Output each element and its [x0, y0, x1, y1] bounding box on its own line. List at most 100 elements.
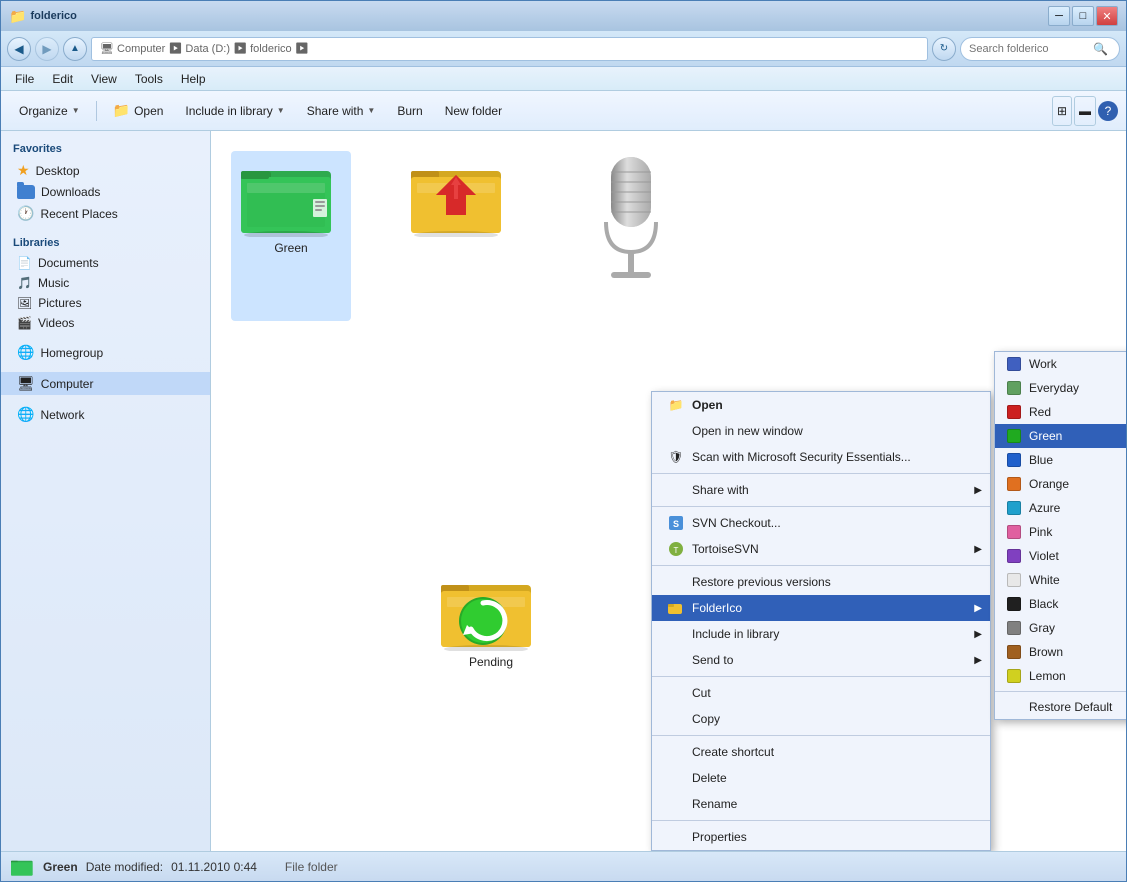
folder-green-label: Green [274, 241, 307, 255]
menu-help[interactable]: Help [173, 70, 214, 88]
color-item-green[interactable]: Green [995, 424, 1126, 448]
new-folder-button[interactable]: New folder [435, 96, 512, 126]
ctx-properties[interactable]: Properties [652, 824, 990, 850]
color-item-gray[interactable]: Gray [995, 616, 1126, 640]
color-submenu: Work ▶ Everyday ▶ Red Green [994, 351, 1126, 720]
ctx-svn-checkout[interactable]: S SVN Checkout... [652, 510, 990, 536]
search-input[interactable] [969, 43, 1089, 55]
ctx-sep-1 [652, 473, 990, 474]
open-icon: 📁 [668, 397, 684, 413]
folder-item-upload[interactable]: Upload [401, 151, 521, 321]
color-black-label: Black [1029, 597, 1058, 611]
ctx-copy[interactable]: Copy [652, 706, 990, 732]
white-color-dot [1007, 573, 1021, 587]
ctx-restore-versions[interactable]: Restore previous versions [652, 569, 990, 595]
titlebar-controls: ─ □ ✕ [1048, 6, 1118, 26]
ctx-rename[interactable]: Rename [652, 791, 990, 817]
sidebar-homegroup-section: 🌐 Homegroup [1, 341, 210, 364]
menu-edit[interactable]: Edit [44, 70, 81, 88]
color-item-brown[interactable]: Brown [995, 640, 1126, 664]
ctx-open-new-window[interactable]: Open in new window [652, 418, 990, 444]
ctx-send-to[interactable]: Send to ▶ [652, 647, 990, 673]
color-item-orange[interactable]: Orange [995, 472, 1126, 496]
sidebar-item-music[interactable]: 🎵 Music [1, 273, 210, 293]
address-path[interactable]: 🖥 Computer ▶ Data (D:) ▶ folderico ▶ [91, 37, 928, 61]
sidebar-favorites-title: Favorites [1, 139, 210, 159]
organize-button[interactable]: Organize ▼ [9, 96, 90, 126]
ctx-open[interactable]: 📁 Open [652, 392, 990, 418]
open-button[interactable]: 📁 Open [103, 96, 174, 126]
ctx-svn-checkout-label: SVN Checkout... [692, 516, 781, 530]
color-item-everyday[interactable]: Everyday ▶ [995, 376, 1126, 400]
view-toggle-button[interactable]: ⊞ [1052, 96, 1072, 126]
ctx-open-new-window-label: Open in new window [692, 424, 803, 438]
ctx-create-shortcut[interactable]: Create shortcut [652, 739, 990, 765]
color-violet-label: Violet [1029, 549, 1059, 563]
color-item-restore-default[interactable]: Restore Default [995, 695, 1126, 719]
include-library-button[interactable]: Include in library ▼ [175, 96, 294, 126]
ctx-share-with-label: Share with [692, 483, 749, 497]
ctx-sep-6 [652, 820, 990, 821]
forward-button[interactable]: ▶ [35, 37, 59, 61]
burn-button[interactable]: Burn [387, 96, 432, 126]
menu-file[interactable]: File [7, 70, 42, 88]
sidebar-item-recent[interactable]: 🕐 Recent Places [1, 202, 210, 225]
restore-versions-icon [668, 574, 684, 590]
ctx-cut-label: Cut [692, 686, 711, 700]
up-button[interactable]: ▲ [63, 37, 87, 61]
sidebar-item-videos[interactable]: 🎬 Videos [1, 313, 210, 333]
sidebar-item-documents[interactable]: 📄 Documents [1, 253, 210, 273]
color-item-black[interactable]: Black [995, 592, 1126, 616]
addressbar: ◀ ▶ ▲ 🖥 Computer ▶ Data (D:) ▶ folderico… [1, 31, 1126, 67]
ctx-folderico[interactable]: FolderIco ▶ [652, 595, 990, 621]
preview-button[interactable]: ▬ [1074, 96, 1096, 126]
color-item-white[interactable]: White [995, 568, 1126, 592]
ctx-share-with[interactable]: Share with ▶ [652, 477, 990, 503]
share-with-label: Share with [307, 104, 364, 118]
share-with-icon [668, 482, 684, 498]
color-item-pink[interactable]: Pink [995, 520, 1126, 544]
share-with-button[interactable]: Share with ▼ [297, 96, 386, 126]
color-lemon-label: Lemon [1029, 669, 1066, 683]
ctx-include-library[interactable]: Include in library ▶ [652, 621, 990, 647]
menu-view[interactable]: View [83, 70, 125, 88]
color-item-work[interactable]: Work ▶ [995, 352, 1126, 376]
tortoisesvn-icon: T [668, 541, 684, 557]
sidebar-downloads-label: Downloads [41, 185, 100, 199]
sidebar-item-computer[interactable]: 🖥 Computer [1, 372, 210, 395]
minimize-button[interactable]: ─ [1048, 6, 1070, 26]
refresh-button[interactable]: ↻ [932, 37, 956, 61]
titlebar: 📁 folderico ─ □ ✕ [1, 1, 1126, 31]
folder-item-mic[interactable]: Mic [571, 151, 691, 321]
ctx-rename-label: Rename [692, 797, 737, 811]
sidebar-item-pictures[interactable]: 🖼 Pictures [1, 293, 210, 313]
color-work-label: Work [1029, 357, 1057, 371]
menu-tools[interactable]: Tools [127, 70, 171, 88]
copy-icon [668, 711, 684, 727]
close-button[interactable]: ✕ [1096, 6, 1118, 26]
folder-item-green[interactable]: Green [231, 151, 351, 321]
ctx-delete[interactable]: Delete [652, 765, 990, 791]
ctx-cut[interactable]: Cut [652, 680, 990, 706]
color-item-lemon[interactable]: Lemon [995, 664, 1126, 688]
color-azure-label: Azure [1029, 501, 1060, 515]
ctx-scan[interactable]: 🛡 Scan with Microsoft Security Essential… [652, 444, 990, 470]
color-item-red[interactable]: Red [995, 400, 1126, 424]
sidebar-item-desktop[interactable]: ★ Desktop [1, 159, 210, 182]
help-button[interactable]: ? [1098, 101, 1118, 121]
maximize-button[interactable]: □ [1072, 6, 1094, 26]
orange-color-dot [1007, 477, 1021, 491]
microphone-icon [591, 157, 671, 297]
svg-text:S: S [673, 519, 679, 529]
properties-icon [668, 829, 684, 845]
color-item-azure[interactable]: Azure [995, 496, 1126, 520]
folder-pending-container[interactable]: Pending [441, 571, 541, 669]
sidebar-item-downloads[interactable]: Downloads [1, 182, 210, 202]
ctx-tortoisesvn[interactable]: T TortoiseSVN ▶ [652, 536, 990, 562]
color-item-blue[interactable]: Blue [995, 448, 1126, 472]
sidebar-item-network[interactable]: 🌐 Network [1, 403, 210, 426]
sidebar-item-homegroup[interactable]: 🌐 Homegroup [1, 341, 210, 364]
back-button[interactable]: ◀ [7, 37, 31, 61]
organize-label: Organize [19, 104, 68, 118]
color-item-violet[interactable]: Violet [995, 544, 1126, 568]
